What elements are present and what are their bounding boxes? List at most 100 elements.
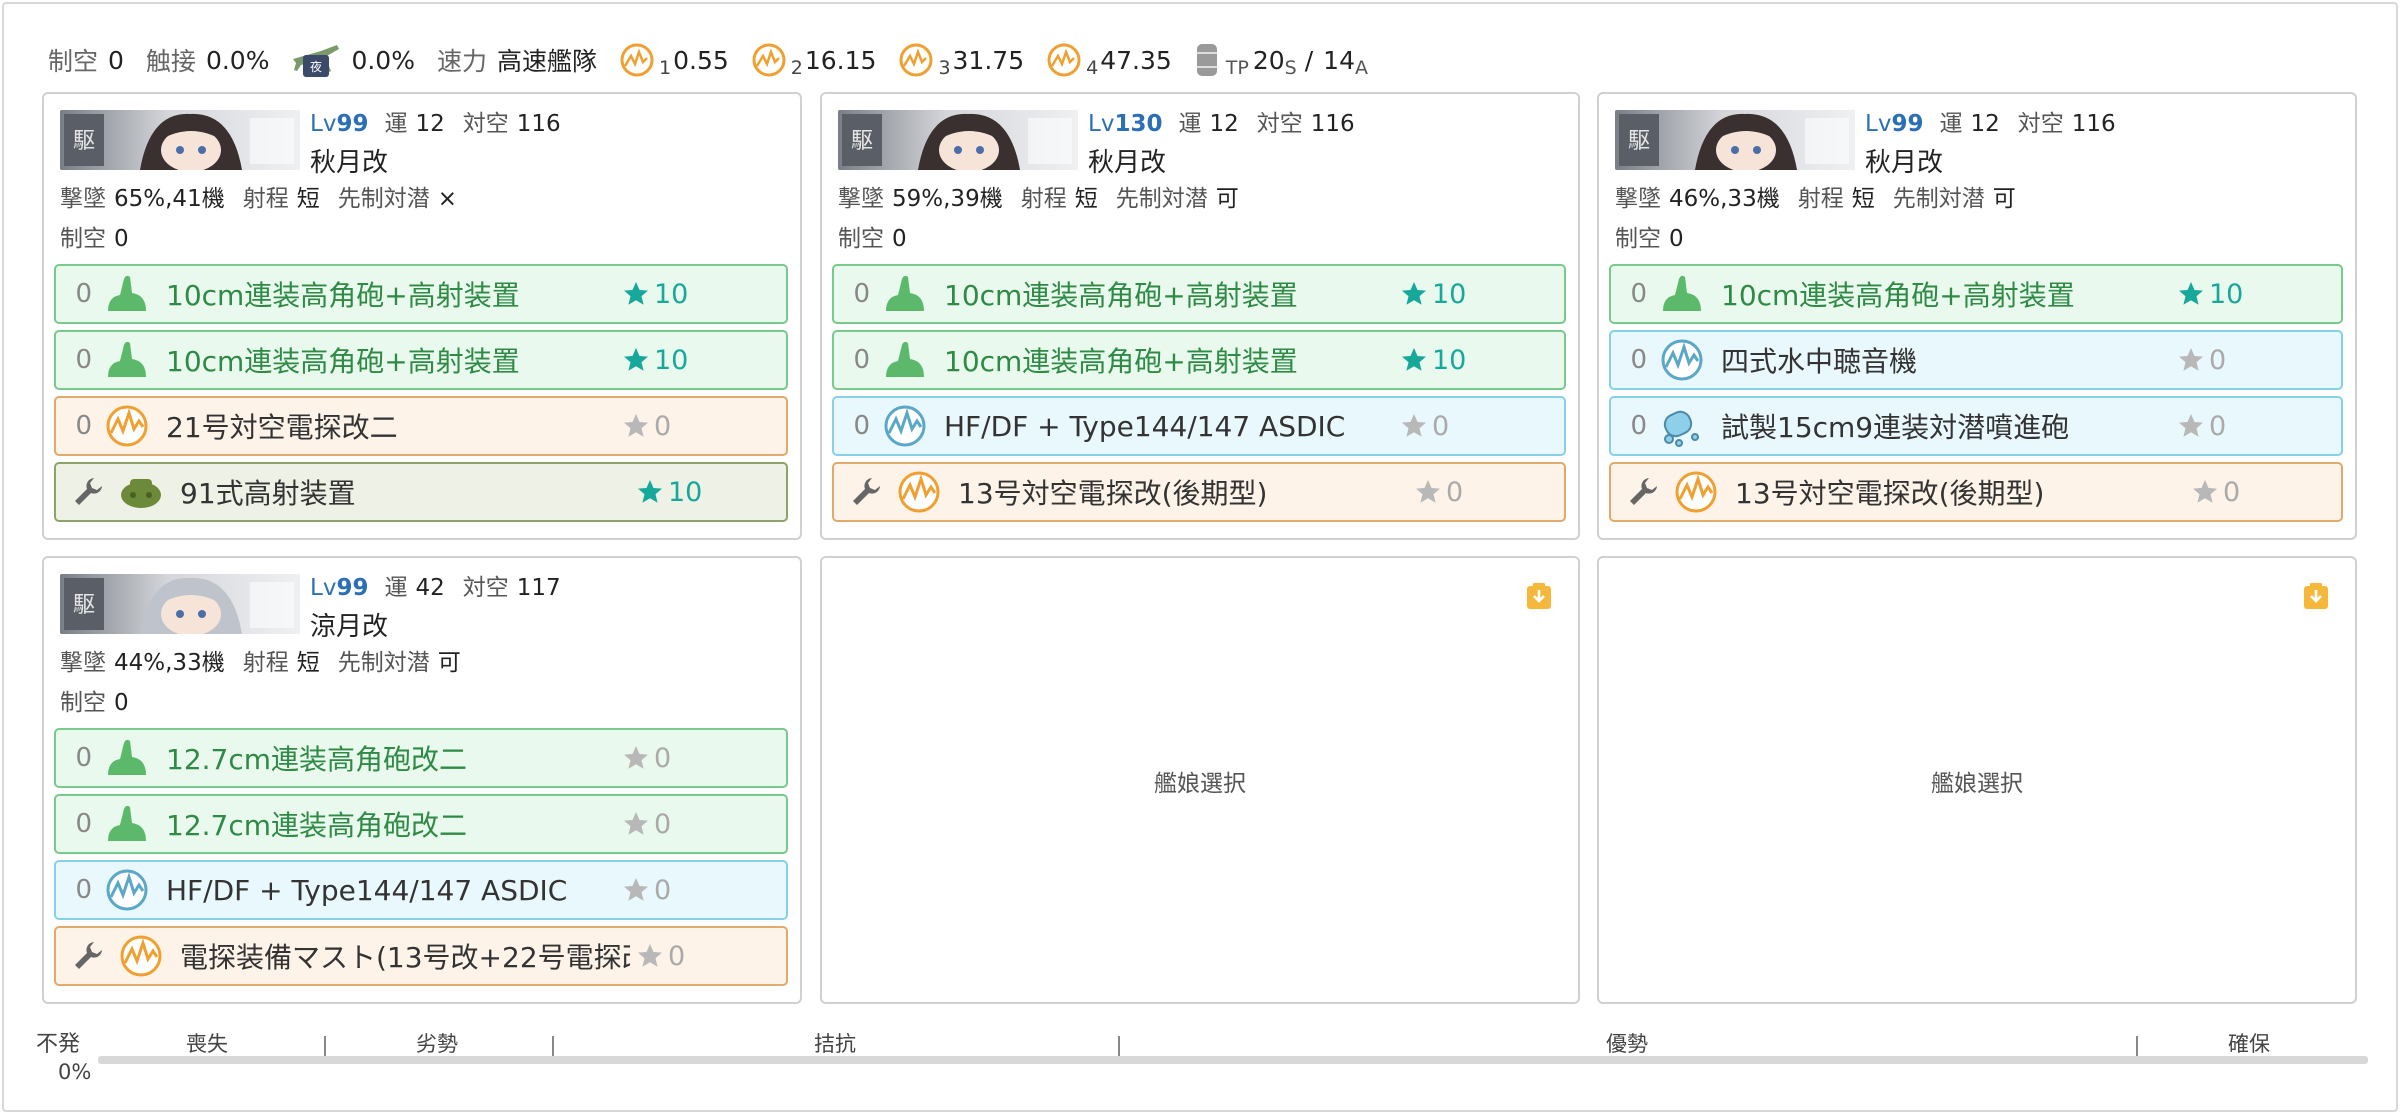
equipment-slot[interactable]: 13号対空電探改(後期型) 0 xyxy=(1609,462,2343,522)
tp-a-value: 14 xyxy=(1323,45,1355,75)
equipment-slot[interactable]: 電探装備マスト(13号改+22号電探改四) 0 xyxy=(54,926,788,986)
shootdown-value: 65%,41機 xyxy=(114,186,225,212)
ship-level: Lv130 xyxy=(1088,111,1163,137)
aa-value: 116 xyxy=(2071,111,2116,137)
slot-count: 0 xyxy=(75,279,92,309)
shootdown-value: 59%,39機 xyxy=(892,186,1003,212)
ship-stats: 撃墜 65%,41機 射程短先制対潜 × xyxy=(60,182,475,216)
equipment-slot[interactable]: 91式高射装置 10 xyxy=(54,462,788,522)
equipment-slot[interactable]: 0 21号対空電探改二 0 xyxy=(54,396,788,456)
slot-count: 0 xyxy=(853,345,870,375)
air-state-tick xyxy=(2136,1036,2138,1056)
improvement-level: 0 xyxy=(668,940,686,972)
luck-label: 運 xyxy=(1939,111,1963,137)
star-icon xyxy=(624,348,648,371)
improvement-level: 0 xyxy=(654,808,672,840)
luck-value: 12 xyxy=(1970,111,2000,137)
ship-name[interactable]: 秋月改 xyxy=(310,142,388,179)
equipment-name: 試製15cm9連装対潜噴進砲 xyxy=(1721,411,2070,444)
wrench-icon[interactable] xyxy=(70,474,106,510)
equipment-slot[interactable]: 0 10cm連装高角砲+高射装置 10 xyxy=(832,264,1566,324)
wrench-icon[interactable] xyxy=(848,474,884,510)
range-label: 射程 xyxy=(242,186,289,212)
equipment-slot[interactable]: 0 四式水中聴音機 0 xyxy=(1609,330,2343,390)
wrench-icon[interactable] xyxy=(1625,474,1661,510)
air-power-value: 0 xyxy=(114,690,129,716)
aa-label: 対空 xyxy=(1256,111,1303,137)
improvement-level: 0 xyxy=(654,410,672,442)
equipment-slot[interactable]: 0 10cm連装高角砲+高射装置 10 xyxy=(832,330,1566,390)
oasw-label: 先制対潜 xyxy=(337,186,430,212)
ship-portrait: 駆 xyxy=(838,110,1078,170)
ship-stats: 撃墜 44%,33機 射程短先制対潜可 xyxy=(60,646,479,680)
ship-card-3[interactable]: 駆 Lv99 運 12 対空 116 秋月改 撃墜 46%,33機 射程短先制対潜可制空 0 0 10c… xyxy=(1597,92,2357,540)
aa-value: 116 xyxy=(516,111,561,137)
radar-icon xyxy=(620,43,654,77)
ship-portrait: 駆 xyxy=(60,110,300,170)
depth-charge-icon xyxy=(1663,410,1699,447)
aa-gun-icon xyxy=(108,275,146,311)
ship-name[interactable]: 秋月改 xyxy=(1088,142,1166,179)
svg-text:駆: 駆 xyxy=(851,129,873,154)
drum-canister-icon xyxy=(1196,44,1217,76)
save-icon[interactable] xyxy=(1526,582,1552,610)
air-state-superior: 優勢 xyxy=(1606,1032,1648,1056)
equipment-slot[interactable]: 0 試製15cm9連装対潜噴進砲 0 xyxy=(1609,396,2343,456)
ship-select-label: 艦娘選択 xyxy=(1931,771,2023,797)
equipment-name: 13号対空電探改(後期型) xyxy=(958,477,1268,510)
range-value: 短 xyxy=(1851,186,1875,212)
range-value: 短 xyxy=(296,650,320,676)
air-state-not-fired: 不発 xyxy=(36,1032,81,1057)
slot-count: 0 xyxy=(75,411,92,441)
equipment-name: 10cm連装高角砲+高射装置 xyxy=(166,345,520,378)
ship-header: Lv99 運 12 対空 116 xyxy=(310,108,579,140)
sonar-icon xyxy=(884,405,926,447)
equipment-name: 10cm連装高角砲+高射装置 xyxy=(944,345,1298,378)
ship-level: Lv99 xyxy=(1865,111,1924,137)
ship-portrait: 駆 xyxy=(60,574,300,634)
ship-card-2[interactable]: 駆 Lv130 運 12 対空 116 秋月改 撃墜 59%,39機 射程短先制対潜可制空 0 0 10… xyxy=(820,92,1580,540)
equipment-slot[interactable]: 0 HF/DF + Type144/147 ASDIC 0 xyxy=(54,860,788,920)
ship-name[interactable]: 涼月改 xyxy=(310,606,388,643)
ship-card-1[interactable]: 駆 Lv99 運 12 対空 116 秋月改 撃墜 65%,41機 射程短先制対潜 × 制空 0 0 10c… xyxy=(42,92,802,540)
aa-gun-icon xyxy=(1663,275,1701,311)
ship-header: Lv99 運 12 対空 116 xyxy=(1865,108,2134,140)
equipment-slot[interactable]: 0 12.7cm連装高角砲改二 0 xyxy=(54,794,788,854)
sonar-icon xyxy=(106,869,148,911)
equipment-slot[interactable]: 0 HF/DF + Type144/147 ASDIC 0 xyxy=(832,396,1566,456)
shootdown-value: 46%,33機 xyxy=(1669,186,1780,212)
radar-icon xyxy=(1047,43,1081,77)
ship-card-4[interactable]: 駆 Lv99 運 42 対空 117 涼月改 撃墜 44%,33機 射程短先制対潜可制空 0 0 12.… xyxy=(42,556,802,1004)
air-state-percent: 0% xyxy=(58,1060,92,1084)
aa-gun-icon xyxy=(886,275,924,311)
empty-ship-slot-5[interactable]: 艦娘選択 xyxy=(820,556,1580,1004)
star-icon xyxy=(624,414,648,437)
air-state-supremacy: 確保 xyxy=(2228,1032,2270,1056)
wrench-icon[interactable] xyxy=(70,938,106,974)
air-power-value: 0 xyxy=(1669,226,1684,252)
oasw-label: 先制対潜 xyxy=(337,650,430,676)
improvement-level: 10 xyxy=(1432,344,1467,376)
luck-value: 42 xyxy=(415,575,445,601)
shootdown-label: 撃墜 xyxy=(838,186,884,212)
ship-air-power: 制空 0 xyxy=(60,686,147,720)
range-label: 射程 xyxy=(242,650,289,676)
equipment-name: 四式水中聴音機 xyxy=(1721,345,1918,378)
equipment-slot[interactable]: 0 10cm連装高角砲+高射装置 10 xyxy=(54,264,788,324)
air-power-label: 制空 xyxy=(1615,226,1661,252)
improvement-level: 0 xyxy=(2209,410,2227,442)
air-power-label: 制空 xyxy=(838,226,884,252)
luck-label: 運 xyxy=(384,111,408,137)
star-icon xyxy=(2179,348,2203,371)
improvement-level: 10 xyxy=(2209,278,2244,310)
equipment-slot[interactable]: 0 10cm連装高角砲+高射装置 10 xyxy=(1609,264,2343,324)
equipment-slot[interactable]: 0 10cm連装高角砲+高射装置 10 xyxy=(54,330,788,390)
equipment-slot[interactable]: 13号対空電探改(後期型) 0 xyxy=(832,462,1566,522)
save-icon[interactable] xyxy=(2303,582,2329,610)
svg-text:夜: 夜 xyxy=(310,59,322,74)
empty-ship-slot-6[interactable]: 艦娘選択 xyxy=(1597,556,2357,1004)
svg-text:駆: 駆 xyxy=(73,129,95,154)
improvement-level: 0 xyxy=(654,742,672,774)
ship-name[interactable]: 秋月改 xyxy=(1865,142,1943,179)
equipment-slot[interactable]: 0 12.7cm連装高角砲改二 0 xyxy=(54,728,788,788)
